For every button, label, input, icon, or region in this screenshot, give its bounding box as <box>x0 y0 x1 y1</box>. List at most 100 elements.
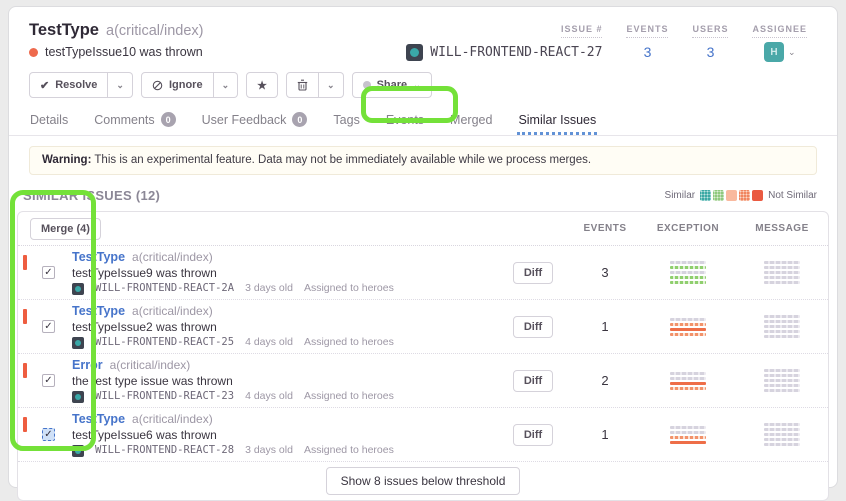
similarity-stripe <box>764 423 800 426</box>
exception-similarity-bars <box>670 372 706 390</box>
row-short-id: WILL-FRONTEND-REACT-25 <box>95 336 234 349</box>
similar-issue-row: ✓Errora(critical/index)the test type iss… <box>18 354 828 408</box>
ignore-dropdown-button[interactable]: ⌄ <box>214 72 239 98</box>
tab-label: Merged <box>450 113 492 127</box>
similar-issue-row: ✓ TestType a(critical/index) testTypeIssue2… <box>18 300 828 354</box>
resolve-dropdown-button[interactable]: ⌄ <box>108 72 133 98</box>
share-button[interactable]: Share⌄ <box>352 72 432 98</box>
delete-button[interactable] <box>286 72 319 98</box>
share-icon <box>363 81 371 89</box>
similarity-legend: Similar Not Similar <box>665 190 817 201</box>
ignore-button[interactable]: Ignore <box>141 72 214 98</box>
row-issue-title[interactable]: TestType <box>72 412 125 426</box>
row-checkbox[interactable]: ✓ <box>42 320 55 333</box>
diff-button[interactable]: Diff <box>513 424 553 446</box>
tab-comments[interactable]: Comments0 <box>93 106 176 135</box>
row-issue-message: testTypeIssue2 was thrown <box>72 320 394 334</box>
row-issue-culprit: a(critical/index) <box>110 358 191 372</box>
resolve-button[interactable]: ✔Resolve <box>29 72 108 98</box>
diff-button[interactable]: Diff <box>513 262 553 284</box>
diff-cell: Diff <box>496 370 570 392</box>
tab-merged[interactable]: Merged <box>449 106 493 135</box>
show-below-threshold-button[interactable]: Show 8 issues below threshold <box>326 467 521 495</box>
bookmark-button[interactable]: ★ <box>246 72 278 98</box>
tab-label: Similar Issues <box>518 113 596 127</box>
platform-icon <box>406 44 423 61</box>
platform-icon <box>72 391 84 403</box>
similarity-stripe <box>670 426 706 429</box>
row-issue-title[interactable]: TestType <box>72 250 125 264</box>
tab-count-badge: 0 <box>292 112 307 127</box>
row-meta-line: WILL-FRONTEND-REACT-25 4 days old Assigned… <box>72 336 394 349</box>
similarity-stripe <box>670 271 706 274</box>
row-meta-line: WILL-FRONTEND-REACT-234 days oldAssigned… <box>72 390 394 403</box>
error-level-bar <box>23 309 27 324</box>
events-stat-value[interactable]: 3 <box>626 44 668 60</box>
tab-similar-issues[interactable]: Similar Issues <box>517 106 597 135</box>
row-issue-culprit: a(critical/index) <box>132 304 213 318</box>
platform-icon <box>72 445 84 457</box>
tab-events[interactable]: Events <box>385 106 425 135</box>
diff-button[interactable]: Diff <box>513 316 553 338</box>
similarity-stripe <box>670 387 706 390</box>
message-cell <box>736 423 828 446</box>
similarity-stripe <box>764 384 800 387</box>
events-cell: 1 <box>570 319 640 334</box>
similarity-stripe <box>670 431 706 434</box>
message-similarity-bars <box>764 423 800 446</box>
exception-cell <box>640 426 736 444</box>
diff-button[interactable]: Diff <box>513 370 553 392</box>
events-count: 1 <box>601 319 608 334</box>
row-assigned: Assigned to heroes <box>304 336 394 349</box>
row-right-cells: Diff3 <box>496 261 828 284</box>
trash-icon <box>297 79 308 91</box>
similarity-stripe <box>670 266 706 269</box>
row-issue-message: testTypeIssue6 was thrown <box>72 428 394 442</box>
delete-dropdown-button[interactable]: ⌄ <box>319 72 344 98</box>
row-issue-title[interactable]: Error <box>72 358 103 372</box>
similarity-swatch-red <box>752 190 763 201</box>
row-assigned: Assigned to heroes <box>304 390 394 403</box>
assignee-avatar[interactable]: H <box>764 42 784 62</box>
row-age: 3 days old <box>245 282 293 295</box>
assignee-selector[interactable]: H ⌄ <box>752 42 807 62</box>
row-right-cells: Diff 1 <box>496 423 828 446</box>
row-age: 4 days old <box>245 336 293 349</box>
legend-similar-label: Similar <box>665 190 696 201</box>
tab-tags[interactable]: Tags <box>332 106 360 135</box>
tab-label: User Feedback <box>202 113 287 127</box>
row-content: TestTypea(critical/index)testTypeIssue9 … <box>72 250 394 295</box>
similarity-stripe <box>764 271 800 274</box>
row-short-id: WILL-FRONTEND-REACT-2A <box>95 282 234 295</box>
similarity-stripe <box>764 433 800 436</box>
users-stat-value[interactable]: 3 <box>692 44 728 60</box>
issue-short-id[interactable]: WILL-FRONTEND-REACT-27 <box>430 45 602 60</box>
tab-label: Events <box>386 113 424 127</box>
similarity-stripe <box>670 441 706 444</box>
action-toolbar: ✔Resolve ⌄ Ignore ⌄ ★ ⌄ Share⌄ <box>29 72 817 98</box>
row-checkbox[interactable]: ✓ <box>42 266 55 279</box>
row-issue-message: testTypeIssue9 was thrown <box>72 266 394 280</box>
exception-similarity-bars <box>670 318 706 336</box>
similarity-stripe <box>670 323 706 326</box>
merge-button[interactable]: Merge (4) <box>30 218 101 240</box>
row-content: Errora(critical/index)the test type issu… <box>72 358 394 403</box>
similarity-stripe <box>670 281 706 284</box>
row-issue-title[interactable]: TestType <box>72 304 125 318</box>
message-cell <box>736 315 828 338</box>
issue-title: TestType <box>29 21 99 39</box>
exception-similarity-bars <box>670 261 706 284</box>
similarity-stripe <box>764 325 800 328</box>
similarity-stripe <box>670 372 706 375</box>
events-cell: 1 <box>570 427 640 442</box>
warning-text: This is an experimental feature. Data ma… <box>91 154 591 166</box>
tab-details[interactable]: Details <box>29 106 69 135</box>
similar-issue-row: ✓ TestTypea(critical/index)testTypeIssue9… <box>18 246 828 300</box>
row-checkbox[interactable]: ✓ <box>42 428 55 441</box>
legend-not-similar-label: Not Similar <box>768 190 817 201</box>
row-checkbox[interactable]: ✓ <box>42 374 55 387</box>
message-similarity-bars <box>764 315 800 338</box>
exception-cell <box>640 261 736 284</box>
similarity-stripe <box>764 369 800 372</box>
tab-user-feedback[interactable]: User Feedback 0 <box>201 106 309 135</box>
